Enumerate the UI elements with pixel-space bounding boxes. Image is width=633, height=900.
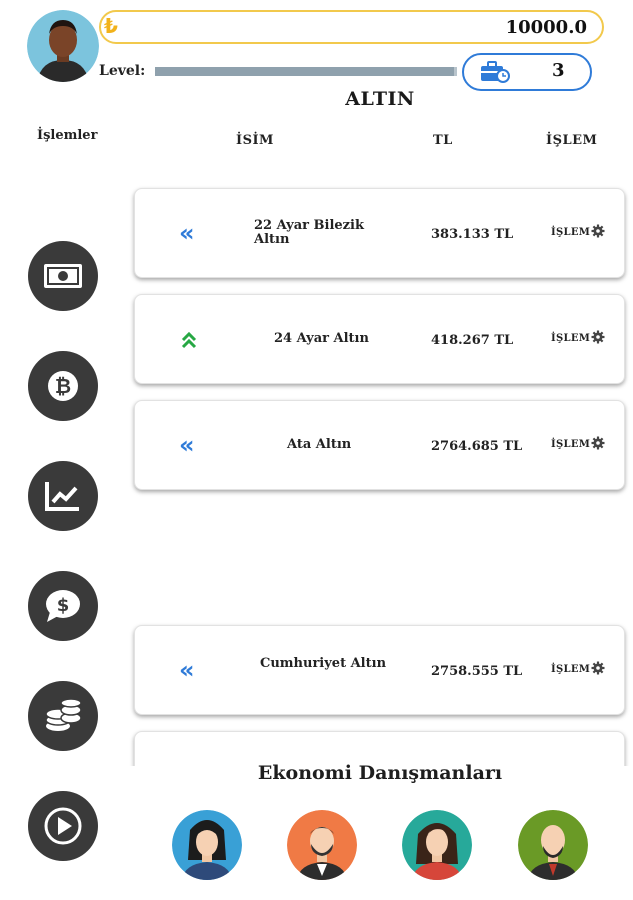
operations-title: İşlemler bbox=[37, 128, 98, 143]
trend-down-icon: « bbox=[179, 431, 195, 459]
sidebar-item-stocks[interactable] bbox=[28, 461, 98, 531]
item-action-button[interactable]: İŞLEM bbox=[551, 664, 590, 675]
play-icon bbox=[44, 807, 82, 845]
column-header-action: İŞLEM bbox=[546, 133, 598, 148]
banknote-icon bbox=[44, 264, 82, 288]
player-avatar[interactable] bbox=[27, 10, 99, 82]
item-price: 2758.555 TL bbox=[431, 664, 523, 679]
item-action-button[interactable]: İŞLEM bbox=[551, 333, 590, 344]
sidebar-item-finance[interactable]: $ bbox=[28, 571, 98, 641]
item-action-button[interactable]: İŞLEM bbox=[551, 439, 590, 450]
trend-down-icon: « bbox=[179, 219, 195, 247]
trend-down-icon: « bbox=[179, 656, 195, 684]
item-name: 22 Ayar Bilezik bbox=[254, 218, 364, 233]
column-header-price: TL bbox=[433, 133, 453, 148]
item-name-line2: Altın bbox=[254, 232, 290, 247]
balance-value: 10000.0 bbox=[505, 17, 587, 38]
sidebar-item-video[interactable] bbox=[28, 791, 98, 861]
bitcoin-icon: ₿ bbox=[48, 371, 78, 401]
gold-item-card[interactable]: « 22 Ayar Bilezik Altın 383.133 TL İŞLEM bbox=[134, 188, 625, 278]
sidebar-item-coins[interactable] bbox=[28, 681, 98, 751]
sidebar-item-crypto[interactable]: ₿ bbox=[28, 351, 98, 421]
item-name: Ata Altın bbox=[287, 437, 352, 452]
gear-icon[interactable] bbox=[591, 661, 605, 675]
gear-icon[interactable] bbox=[591, 224, 605, 238]
item-action-button[interactable]: İŞLEM bbox=[551, 227, 590, 238]
item-price: 2764.685 TL bbox=[431, 439, 523, 454]
sidebar-item-currency[interactable] bbox=[28, 241, 98, 311]
lira-icon: ₺ bbox=[104, 14, 118, 38]
column-header-name: İSİM bbox=[236, 133, 274, 148]
level-label: Level: bbox=[99, 63, 146, 79]
svg-text:$: $ bbox=[57, 595, 70, 616]
item-price: 418.267 TL bbox=[431, 333, 514, 348]
item-price: 383.133 TL bbox=[431, 227, 514, 242]
svg-text:₿: ₿ bbox=[55, 374, 71, 398]
advisor-avatar[interactable] bbox=[287, 810, 357, 880]
advisor-avatar[interactable] bbox=[402, 810, 472, 880]
trend-up-icon bbox=[181, 331, 197, 349]
level-progress-fill bbox=[155, 67, 454, 76]
cases-count: 3 bbox=[552, 60, 565, 81]
gear-icon[interactable] bbox=[591, 436, 605, 450]
item-name: 24 Ayar Altın bbox=[274, 331, 369, 346]
chart-icon bbox=[45, 482, 79, 511]
advisors-title: Ekonomi Danışmanları bbox=[257, 762, 503, 784]
advisor-avatar[interactable] bbox=[172, 810, 242, 880]
gold-item-card[interactable]: « Ata Altın 2764.685 TL İŞLEM bbox=[134, 400, 625, 490]
coins-icon bbox=[45, 698, 82, 731]
advisor-avatar[interactable] bbox=[518, 810, 588, 880]
gold-item-card[interactable]: « Cumhuriyet Altın 2758.555 TL İŞLEM bbox=[134, 625, 625, 715]
dollar-chat-icon: $ bbox=[46, 590, 80, 622]
gold-item-card[interactable]: 24 Ayar Altın 418.267 TL İŞLEM bbox=[134, 294, 625, 384]
briefcase-clock-icon bbox=[480, 61, 510, 83]
item-name: Cumhuriyet Altın bbox=[260, 656, 387, 671]
gear-icon[interactable] bbox=[591, 330, 605, 344]
page-title: ALTIN bbox=[345, 88, 415, 110]
